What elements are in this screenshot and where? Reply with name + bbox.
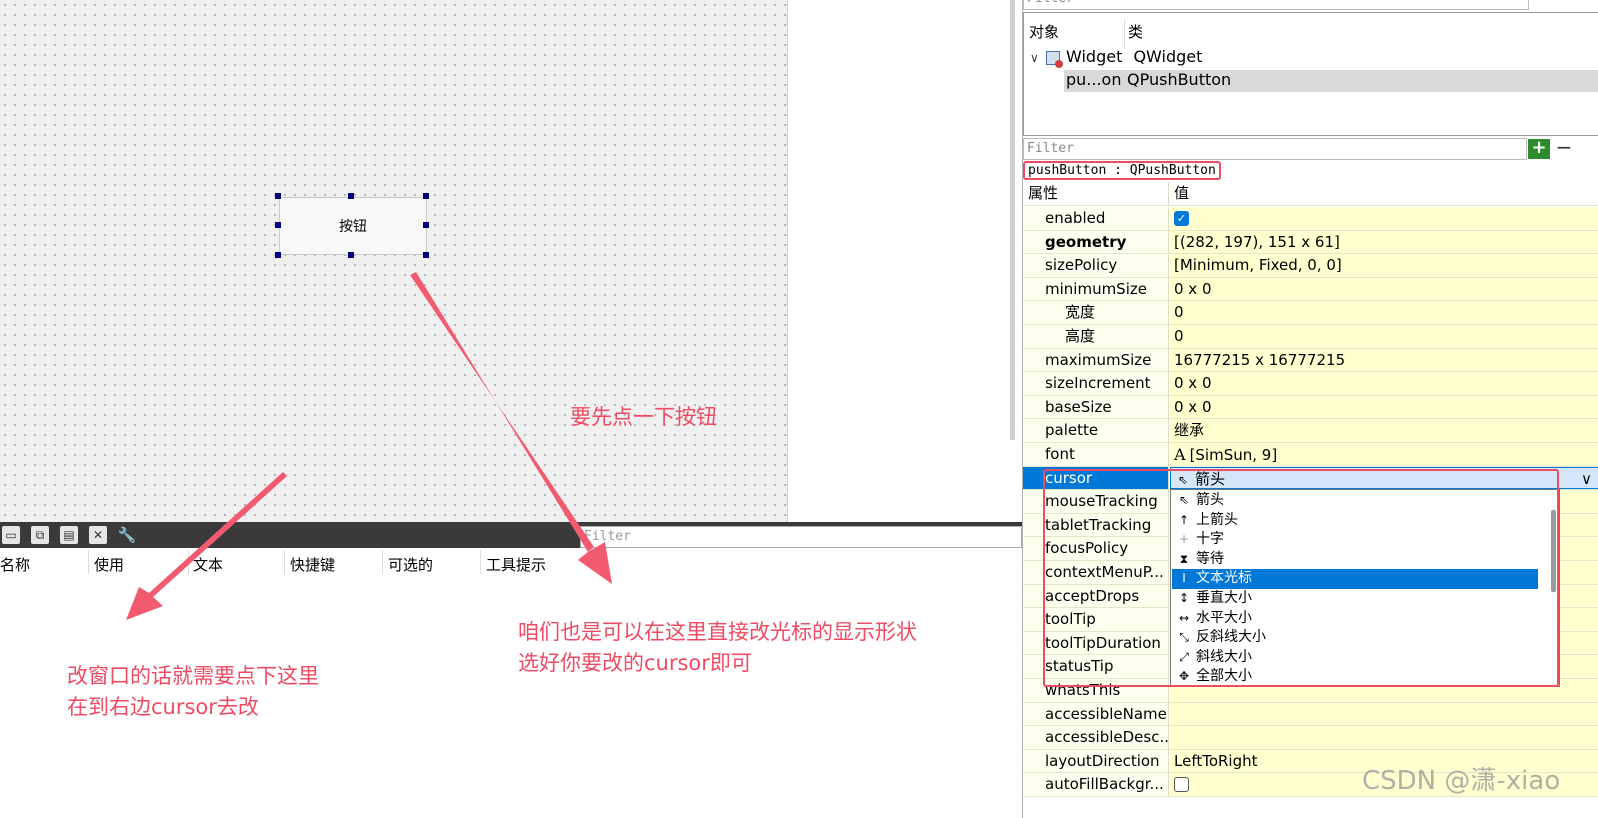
annotation-window-line1: 改窗口的话就需要点下这里 bbox=[67, 664, 319, 688]
annotation-click-button: 要先点一下按钮 bbox=[570, 405, 717, 429]
annotation-change-cursor-line1: 咱们也是可以在这里直接改光标的显示形状 bbox=[518, 620, 917, 644]
watermark: CSDN @潇-xiao bbox=[1362, 766, 1561, 796]
annotation-window-line2: 在到右边cursor去改 bbox=[67, 695, 259, 719]
arrow-to-action-editor bbox=[126, 472, 287, 620]
annotation-change-cursor-line2: 选好你要改的cursor即可 bbox=[518, 651, 752, 675]
